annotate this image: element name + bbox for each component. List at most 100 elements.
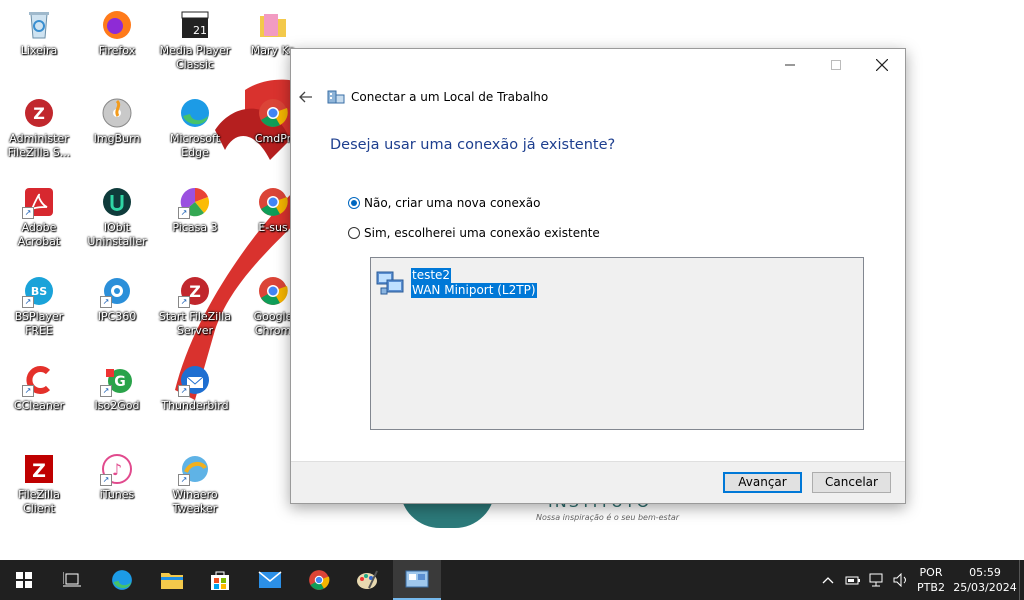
edge-icon xyxy=(112,570,132,590)
desktop-icon-filezilla-server-admin[interactable]: Z Administer FileZilla S... xyxy=(1,96,77,160)
desktop-icon-ipc360[interactable]: ↗ IPC360 xyxy=(79,274,155,324)
shortcut-arrow-icon: ↗ xyxy=(178,296,190,308)
tray-battery[interactable] xyxy=(842,560,864,600)
next-button[interactable]: Avançar xyxy=(723,472,802,493)
shortcut-arrow-icon: ↗ xyxy=(100,474,112,486)
chrome-icon xyxy=(309,570,330,590)
desktop-icon-media-player-classic[interactable]: 21 Media Player Classic xyxy=(157,8,233,72)
wizard-heading: Deseja usar uma conexão já existente? xyxy=(330,137,616,153)
connection-name: teste2 xyxy=(411,268,452,283)
palette-icon xyxy=(357,570,378,589)
back-button[interactable] xyxy=(299,88,319,107)
filezilla-client-icon: Z xyxy=(22,452,56,486)
desktop-icon-bsplayer[interactable]: BS ↗ BSPlayer FREE xyxy=(1,274,77,338)
filezilla-server-start-icon: Z ↗ xyxy=(178,274,212,308)
taskbar-mail[interactable] xyxy=(246,560,294,600)
desktop-icon-winaero-tweaker[interactable]: ↗ Winaero Tweaker xyxy=(157,452,233,516)
dialog-title: Conectar a um Local de Trabalho xyxy=(351,90,549,104)
desktop-icon-adobe-acrobat[interactable]: ↗ Adobe Acrobat xyxy=(1,185,77,249)
task-view-button[interactable] xyxy=(48,560,96,600)
edge-icon xyxy=(178,96,212,130)
tray-network[interactable] xyxy=(866,560,888,600)
minimize-icon xyxy=(785,64,795,66)
list-item[interactable]: teste2 WAN Miniport (L2TP) xyxy=(375,266,537,298)
shortcut-arrow-icon: ↗ xyxy=(22,207,34,219)
minimize-button[interactable] xyxy=(767,49,813,81)
dialog-titlebar[interactable] xyxy=(291,49,905,81)
connect-workplace-dialog: Conectar a um Local de Trabalho Deseja u… xyxy=(290,48,906,504)
desktop-icon-picasa[interactable]: ↗ Picasa 3 xyxy=(157,185,233,235)
radio-existing-connection[interactable] xyxy=(348,227,360,239)
shortcut-arrow-icon: ↗ xyxy=(22,385,34,397)
store-icon xyxy=(211,571,229,590)
task-view-icon xyxy=(63,572,81,587)
winaero-icon: ↗ xyxy=(178,452,212,486)
taskbar-chrome[interactable] xyxy=(295,560,343,600)
back-arrow-icon xyxy=(299,91,312,102)
acrobat-icon: ↗ xyxy=(22,185,56,219)
svg-text:Z: Z xyxy=(32,460,46,482)
battery-icon xyxy=(845,576,860,585)
desktop-icon-iobit-uninstaller[interactable]: IObit Uninstaller xyxy=(79,185,155,249)
network-icon xyxy=(869,573,883,587)
shortcut-arrow-icon: ↗ xyxy=(178,474,190,486)
filezilla-server-icon: Z xyxy=(22,96,56,130)
iobit-icon xyxy=(100,185,134,219)
svg-text:21: 21 xyxy=(193,24,207,37)
keyboard-layout: PTB2 xyxy=(917,581,945,594)
tray-clock[interactable]: 05:59 25/03/2024 xyxy=(952,560,1018,600)
desktop-icon-imgburn[interactable]: ImgBurn xyxy=(79,96,155,146)
ipc360-icon: ↗ xyxy=(100,274,134,308)
svg-text:Z: Z xyxy=(189,282,201,301)
maximize-icon xyxy=(831,60,841,70)
dialog-footer: Avançar Cancelar xyxy=(291,461,905,503)
desktop-icon-microsoft-edge[interactable]: Microsoft Edge xyxy=(157,96,233,160)
chevron-up-icon xyxy=(822,577,834,584)
close-button[interactable] xyxy=(859,49,905,81)
desktop-icon-itunes[interactable]: ♪ ↗ iTunes xyxy=(79,452,155,502)
chrome-icon xyxy=(256,96,290,130)
shortcut-arrow-icon: ↗ xyxy=(100,385,112,397)
desktop-icon-filezilla-client[interactable]: Z FileZilla Client xyxy=(1,452,77,516)
start-button[interactable] xyxy=(0,560,48,600)
wallpaper-subtext: Nossa inspiração é o seu bem-estar xyxy=(536,513,680,522)
shortcut-arrow-icon: ↗ xyxy=(100,296,112,308)
show-desktop-button[interactable] xyxy=(1019,560,1024,600)
folder-icon xyxy=(256,8,290,42)
option-new-connection[interactable]: Não, criar uma nova conexão xyxy=(348,196,540,210)
shortcut-arrow-icon: ↗ xyxy=(178,207,190,219)
taskbar-file-explorer[interactable] xyxy=(148,560,196,600)
connections-list[interactable]: teste2 WAN Miniport (L2TP) xyxy=(370,257,864,430)
tray-volume[interactable] xyxy=(890,560,912,600)
maximize-button[interactable] xyxy=(813,49,859,81)
bsplayer-icon: BS ↗ xyxy=(22,274,56,308)
desktop-icon-start-filezilla-server[interactable]: Z ↗ Start FileZilla Server xyxy=(157,274,233,338)
svg-text:♪: ♪ xyxy=(112,460,122,479)
cancel-button[interactable]: Cancelar xyxy=(812,472,891,493)
desktop-icon-lixeira[interactable]: Lixeira xyxy=(1,8,77,58)
taskbar-store[interactable] xyxy=(196,560,244,600)
media-player-icon: 21 xyxy=(178,8,212,42)
language-code: POR xyxy=(919,566,943,579)
option-existing-connection[interactable]: Sim, escolherei uma conexão existente xyxy=(348,226,600,240)
desktop-icon-firefox[interactable]: Firefox xyxy=(79,8,155,58)
mail-icon xyxy=(258,571,282,588)
folder-icon xyxy=(161,573,183,589)
clock-date: 25/03/2024 xyxy=(953,581,1017,594)
tray-language[interactable]: POR PTB2 xyxy=(913,560,949,600)
desktop-icon-ccleaner[interactable]: ↗ CCleaner xyxy=(1,363,77,413)
desktop-icon-iso2god[interactable]: G ↗ Iso2God xyxy=(79,363,155,413)
taskbar-paint[interactable] xyxy=(343,560,391,600)
shortcut-arrow-icon: ↗ xyxy=(22,296,34,308)
desktop-icon-thunderbird[interactable]: ↗ Thunderbird xyxy=(157,363,233,413)
chrome-icon xyxy=(256,274,290,308)
clock-time: 05:59 xyxy=(969,566,1001,579)
taskbar-connect-workplace[interactable] xyxy=(393,560,441,600)
tray-overflow-button[interactable] xyxy=(818,560,838,600)
workplace-network-icon xyxy=(327,90,345,104)
taskbar-edge[interactable] xyxy=(98,560,146,600)
workplace-network-icon xyxy=(405,570,429,588)
radio-new-connection[interactable] xyxy=(348,197,360,209)
picasa-icon: ↗ xyxy=(178,185,212,219)
volume-icon xyxy=(893,573,906,587)
